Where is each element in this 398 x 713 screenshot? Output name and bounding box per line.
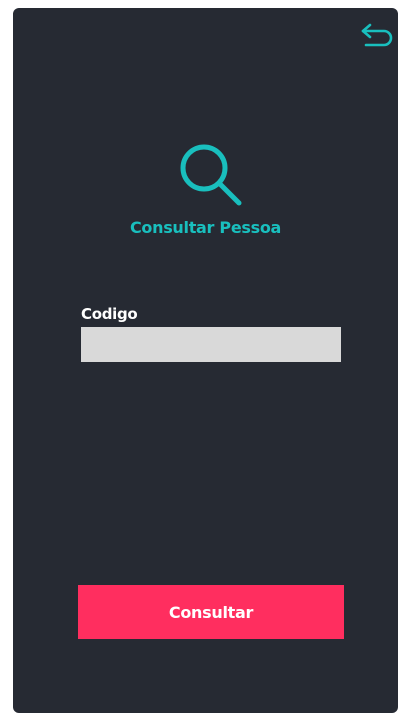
screen-panel: Consultar Pessoa Codigo Consultar xyxy=(13,8,398,713)
codigo-label: Codigo xyxy=(81,305,138,323)
back-arrow-icon xyxy=(361,23,393,47)
codigo-input[interactable] xyxy=(81,327,341,362)
back-button[interactable] xyxy=(360,21,394,49)
page-title: Consultar Pessoa xyxy=(129,218,282,237)
search-icon xyxy=(180,144,242,206)
consultar-button[interactable]: Consultar xyxy=(78,585,344,639)
